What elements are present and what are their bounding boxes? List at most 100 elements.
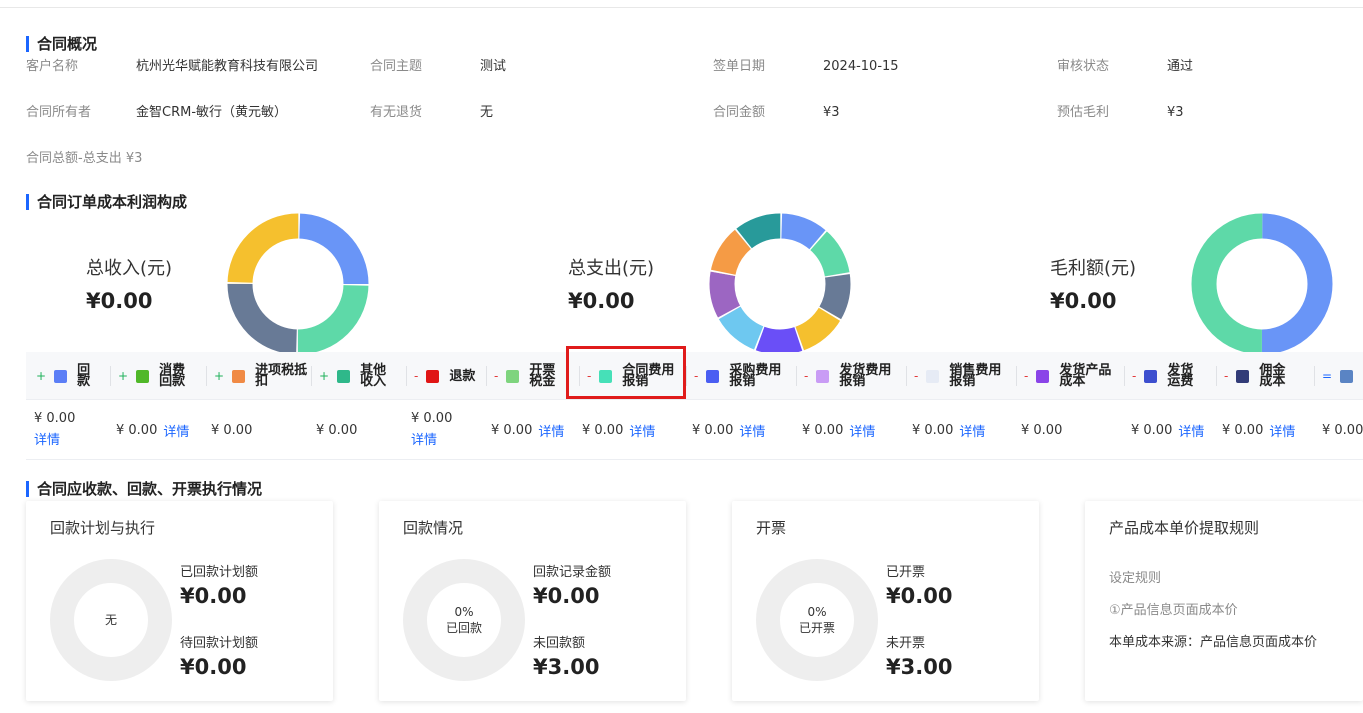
cell-other-income: ¥ 0.00 bbox=[316, 400, 363, 460]
column-header-shipping-expense: - 发货费用报销 bbox=[804, 352, 912, 400]
pending-plan-label: 待回款计划额 bbox=[180, 636, 259, 651]
column-header-payment: + 回款 bbox=[36, 352, 116, 400]
column-header-label: 开票税金 bbox=[529, 363, 556, 389]
cell-purchase-expense: ¥ 0.00 详情 bbox=[692, 400, 765, 460]
minus-icon: - bbox=[414, 369, 419, 383]
column-header-label: 退款 bbox=[449, 368, 476, 384]
legend-swatch bbox=[506, 369, 520, 383]
progress-ring: 无 bbox=[50, 559, 172, 681]
invoiced-value: ¥0.00 bbox=[886, 584, 953, 608]
cell-shipped-product-cost: ¥ 0.00 bbox=[1021, 400, 1068, 460]
field-sign-date-value: 2024-10-15 bbox=[823, 59, 899, 75]
detail-link[interactable]: 详情 bbox=[849, 421, 875, 440]
expense-donut-chart bbox=[709, 213, 851, 355]
field-contract-owner: 合同所有者 bbox=[26, 105, 91, 121]
cell-invoice-tax: ¥ 0.00 详情 bbox=[491, 400, 564, 460]
column-divider bbox=[796, 366, 797, 386]
field-sign-date: 签单日期 bbox=[713, 59, 765, 75]
field-audit-status: 审核状态 bbox=[1057, 59, 1109, 75]
legend-swatch bbox=[136, 369, 150, 383]
total-income-value: ¥0.00 bbox=[86, 289, 153, 313]
uninvoiced-value: ¥3.00 bbox=[886, 655, 953, 679]
ring-caption: 已开票 bbox=[798, 621, 835, 635]
amount-value: ¥ 0.00 bbox=[116, 422, 158, 438]
section-title-overview: 合同概况 bbox=[26, 35, 97, 53]
amount-value: ¥ 0.00 bbox=[1322, 422, 1363, 438]
field-label: 有无退货 bbox=[370, 105, 423, 120]
field-contract-owner-value: 金智CRM-敏行（黄元敏） bbox=[136, 105, 287, 121]
ring-caption: 已回款 bbox=[445, 621, 482, 635]
field-value: 2024-10-15 bbox=[823, 59, 899, 74]
income-donut-chart bbox=[227, 213, 369, 355]
cell-payment: ¥ 0.00 详情 bbox=[34, 400, 104, 460]
detail-link[interactable]: 详情 bbox=[959, 421, 985, 440]
field-value: 测试 bbox=[480, 59, 507, 74]
field-contract-subject-value: 测试 bbox=[480, 59, 506, 75]
detail-link[interactable]: 详情 bbox=[163, 421, 189, 440]
cell-shipping-freight: ¥ 0.00 详情 bbox=[1131, 400, 1204, 460]
field-contract-amount-value: ¥3 bbox=[823, 105, 840, 121]
card-payment-plan: 回款计划与执行 无 已回款计划额 ¥0.00 待回款计划额 ¥0.00 bbox=[26, 501, 333, 701]
cell-gross-profit: ¥ 0.00 bbox=[1322, 400, 1363, 460]
margin-value: ¥0.00 bbox=[1050, 289, 1117, 313]
detail-link[interactable]: 详情 bbox=[629, 421, 655, 440]
card-title: 产品成本单价提取规则 bbox=[1109, 519, 1260, 537]
total-income-caption: 总收入(元) bbox=[86, 258, 173, 279]
detail-link[interactable]: 详情 bbox=[1178, 421, 1204, 440]
detail-link[interactable]: 详情 bbox=[411, 430, 437, 452]
amount-value: ¥ 0.00 bbox=[802, 422, 844, 438]
amount-value: ¥ 0.00 bbox=[582, 422, 624, 438]
column-header-input-tax: + 进项税抵扣 bbox=[214, 352, 317, 400]
column-header-other-income: + 其他收入 bbox=[319, 352, 412, 400]
column-divider bbox=[406, 366, 407, 386]
column-header-label: 销售费用报销 bbox=[949, 363, 1002, 389]
legend-swatch bbox=[426, 369, 440, 383]
minus-icon: - bbox=[1132, 369, 1137, 383]
column-divider bbox=[686, 366, 687, 386]
legend-swatch bbox=[816, 369, 830, 383]
minus-icon: - bbox=[804, 369, 809, 383]
legend-swatch bbox=[706, 369, 720, 383]
field-value: 无 bbox=[480, 105, 494, 120]
payment-record-label: 回款记录金额 bbox=[533, 565, 612, 580]
amount-value: ¥ 0.00 bbox=[491, 422, 533, 438]
detail-link[interactable]: 详情 bbox=[538, 421, 564, 440]
section-title-execution: 合同应收款、回款、开票执行情况 bbox=[26, 480, 262, 498]
field-label: 预估毛利 bbox=[1057, 105, 1110, 120]
card-cost-rule: 产品成本单价提取规则 设定规则 ①产品信息页面成本价 本单成本来源：产品信息页面… bbox=[1085, 501, 1363, 701]
cell-consume-payment: ¥ 0.00 详情 bbox=[116, 400, 189, 460]
field-label: 合同金额 bbox=[713, 105, 766, 120]
field-estimated-margin: 预估毛利 bbox=[1057, 105, 1109, 121]
column-header-label: 发货产品成本 bbox=[1059, 363, 1112, 389]
ring-percent: 0% bbox=[807, 605, 827, 619]
column-divider bbox=[206, 366, 207, 386]
column-header-consume-payment: + 消费回款 bbox=[118, 352, 212, 400]
detail-link[interactable]: 详情 bbox=[34, 430, 60, 452]
highlight-box bbox=[566, 346, 686, 399]
amount-value: ¥ 0.00 bbox=[316, 422, 358, 438]
field-has-return: 有无退货 bbox=[370, 105, 422, 121]
field-value: 通过 bbox=[1167, 59, 1194, 74]
margin-caption: 毛利额(元) bbox=[1050, 258, 1137, 279]
field-label: 客户名称 bbox=[26, 59, 79, 74]
plus-icon: + bbox=[118, 369, 129, 383]
margin-donut-chart bbox=[1191, 213, 1333, 355]
column-header-label: 发货运费 bbox=[1167, 363, 1194, 389]
detail-link[interactable]: 详情 bbox=[739, 421, 765, 440]
column-header-purchase-expense: - 采购费用报销 bbox=[694, 352, 802, 400]
legend-swatch bbox=[1036, 369, 1050, 383]
plus-icon: + bbox=[214, 369, 225, 383]
card-title: 回款计划与执行 bbox=[50, 519, 156, 537]
field-label: 合同所有者 bbox=[26, 105, 92, 120]
card-title: 开票 bbox=[756, 519, 787, 537]
column-divider bbox=[1216, 366, 1217, 386]
field-customer-name: 客户名称 bbox=[26, 59, 78, 75]
minus-icon: - bbox=[1024, 369, 1029, 383]
ring-percent: 0% bbox=[454, 605, 474, 619]
cell-commission-cost: ¥ 0.00 详情 bbox=[1222, 400, 1295, 460]
paid-plan-value: ¥0.00 bbox=[180, 584, 247, 608]
unpaid-value: ¥3.00 bbox=[533, 655, 600, 679]
detail-link[interactable]: 详情 bbox=[1269, 421, 1295, 440]
cell-contract-expense: ¥ 0.00 详情 bbox=[582, 400, 655, 460]
column-header-shipping-freight: - 发货运费 bbox=[1132, 352, 1222, 400]
